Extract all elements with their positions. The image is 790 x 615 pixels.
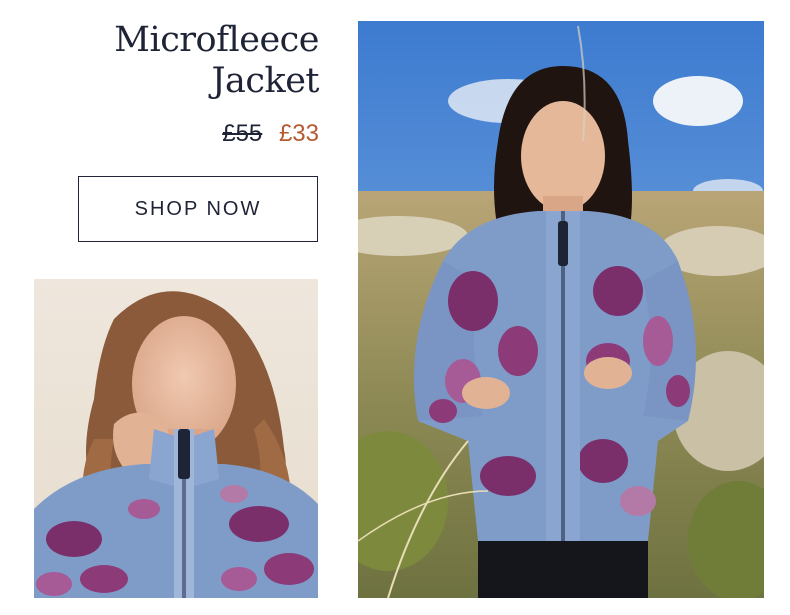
closeup-photo-graphic — [34, 279, 318, 598]
title-line-2: Jacket — [211, 61, 320, 101]
outdoor-photo-graphic — [358, 21, 764, 598]
product-photo-outdoor[interactable] — [358, 21, 764, 598]
product-title: Microfleece Jacket — [60, 20, 319, 102]
sale-price: £33 — [278, 120, 319, 147]
title-line-1: Microfleece — [114, 20, 319, 60]
price-row: £55 £33 — [150, 119, 319, 149]
shop-now-button[interactable]: SHOP NOW — [78, 176, 318, 242]
original-price: £55 — [222, 120, 263, 147]
product-photo-closeup[interactable] — [34, 279, 318, 598]
